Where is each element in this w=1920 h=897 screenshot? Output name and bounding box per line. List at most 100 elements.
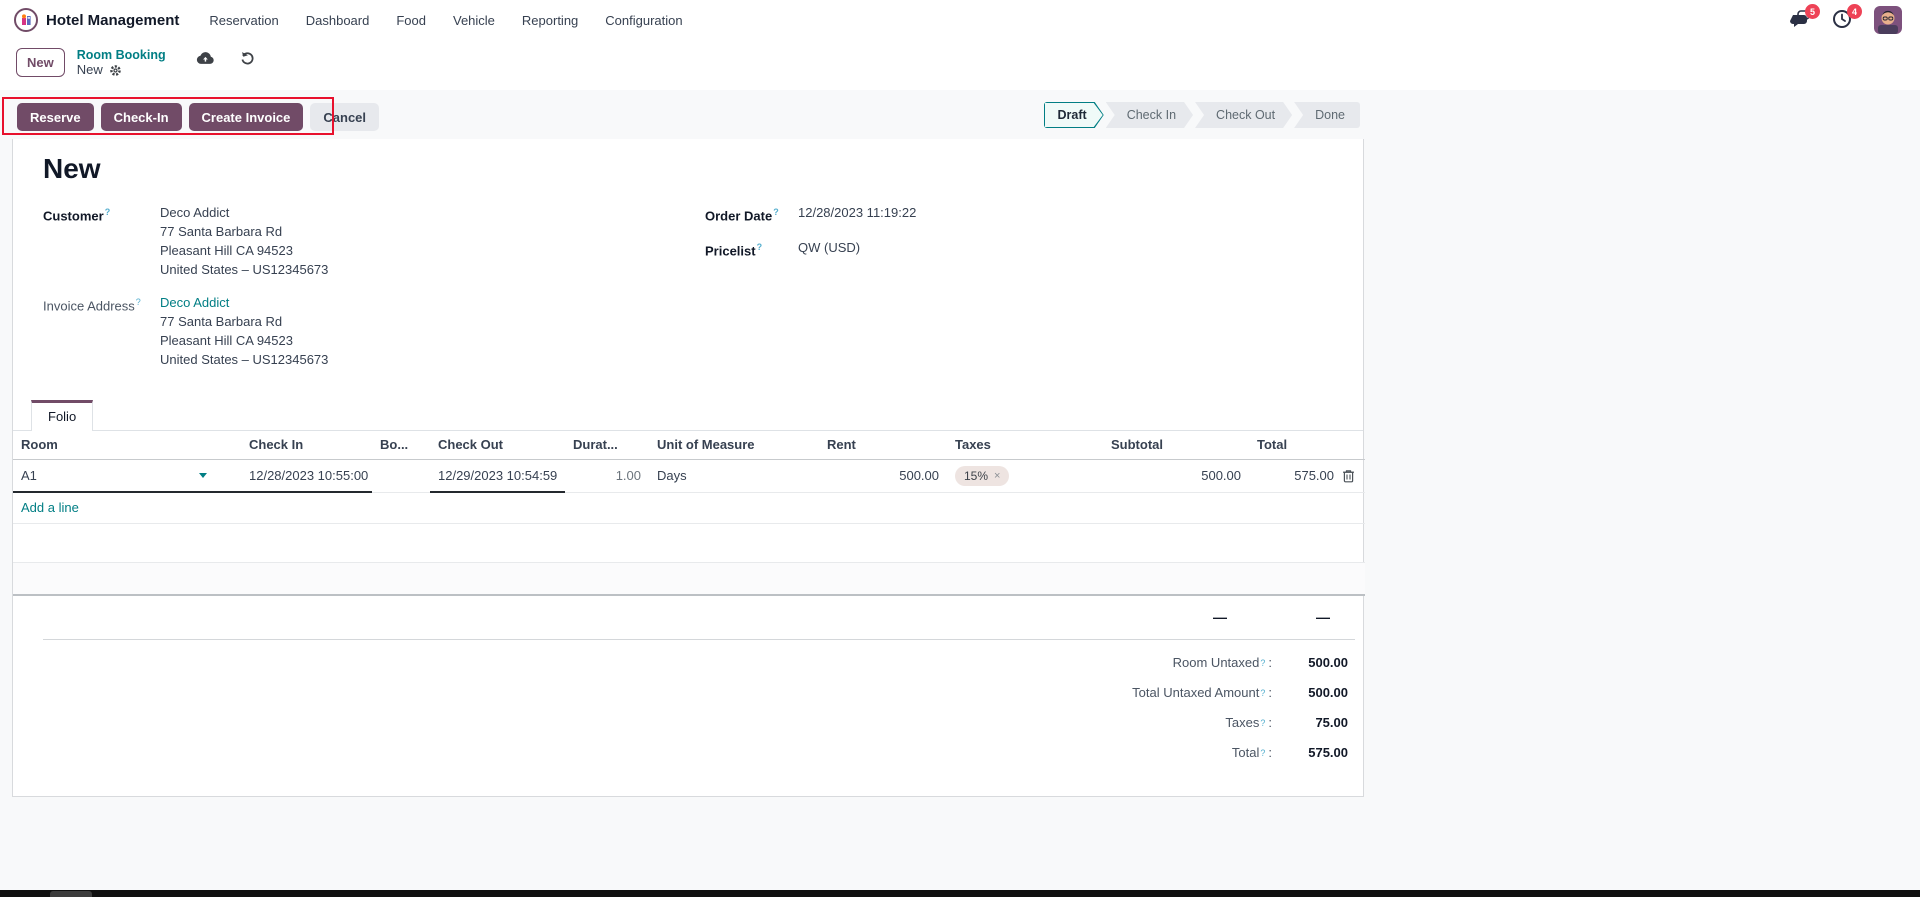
- folio-header-row: Room Check In Bo... Check Out Durat... U…: [13, 431, 1365, 460]
- chevron-down-icon[interactable]: [199, 472, 207, 478]
- empty-row: [13, 523, 1365, 563]
- taxes-row: Taxes?: 75.00: [13, 708, 1363, 738]
- check-in-cell[interactable]: 12/28/2023 10:55:00: [241, 459, 372, 493]
- create-invoice-button[interactable]: Create Invoice: [188, 103, 304, 131]
- menu-vehicle[interactable]: Vehicle: [453, 13, 495, 28]
- help-icon: ?: [104, 207, 111, 217]
- taxes-cell[interactable]: 15% ×: [947, 459, 1103, 493]
- main-menu: Reservation Dashboard Food Vehicle Repor…: [209, 13, 682, 28]
- room-cell[interactable]: A1: [13, 459, 241, 493]
- discard-undo-icon[interactable]: [240, 50, 255, 65]
- record-settings-gear-icon[interactable]: [109, 64, 122, 77]
- room-value: A1: [21, 467, 37, 483]
- status-step-draft[interactable]: Draft: [1044, 102, 1104, 128]
- taskbar-edge: [0, 890, 1920, 897]
- folio-line-row: A1 12/28/2023 10:55:00 12/29/2023 10:54:…: [13, 459, 1365, 493]
- total-untaxed-label: Total Untaxed Amount: [1132, 685, 1260, 700]
- delete-line-trash-icon[interactable]: [1342, 469, 1355, 483]
- invoice-address-partner-link[interactable]: Deco Addict: [160, 293, 328, 312]
- customer-address-line: United States – US12345673: [160, 262, 329, 277]
- activities-clock-icon[interactable]: 4: [1832, 4, 1862, 31]
- tab-folio[interactable]: Folio: [31, 400, 94, 431]
- action-bar: Reserve Check-In Create Invoice Cancel D…: [0, 90, 1920, 139]
- messages-badge: 5: [1805, 4, 1820, 19]
- customer-address-line: Pleasant Hill CA 94523: [160, 243, 293, 258]
- col-rent[interactable]: Rent: [819, 431, 947, 460]
- uom-cell[interactable]: Days: [649, 459, 819, 493]
- taxes-label: Taxes: [1225, 715, 1260, 730]
- invoice-address-line: United States – US12345673: [160, 352, 329, 367]
- row-actions-cell: [1342, 459, 1365, 493]
- menu-food[interactable]: Food: [396, 13, 426, 28]
- reserve-button[interactable]: Reserve: [17, 103, 94, 131]
- pricelist-label: Pricelist?: [705, 242, 763, 259]
- pricelist-value[interactable]: QW (USD): [798, 238, 860, 260]
- subtotal-placeholder-dash: —: [1213, 609, 1227, 625]
- col-uom[interactable]: Unit of Measure: [649, 431, 819, 460]
- tax-tag-label: 15%: [964, 468, 989, 483]
- cancel-button[interactable]: Cancel: [310, 103, 380, 131]
- notebook-tabs: Folio: [13, 399, 1363, 431]
- activities-badge: 4: [1847, 4, 1862, 19]
- statusbar: Draft Check In Check Out Done: [1044, 102, 1360, 128]
- col-subtotal[interactable]: Subtotal: [1103, 431, 1249, 460]
- col-duration[interactable]: Durat...: [565, 431, 649, 460]
- room-untaxed-label: Room Untaxed: [1172, 655, 1260, 670]
- menu-dashboard[interactable]: Dashboard: [306, 13, 370, 28]
- grand-total-value: 575.00: [1308, 745, 1348, 760]
- breadcrumb-parent-link[interactable]: Room Booking: [77, 48, 166, 62]
- invoice-address-label: Invoice Address?: [43, 297, 141, 314]
- total-placeholder-dash: —: [1316, 609, 1330, 625]
- invoice-address-line: 77 Santa Barbara Rd: [160, 314, 283, 329]
- messages-icon[interactable]: 5: [1790, 4, 1820, 31]
- status-step-check-in[interactable]: Check In: [1106, 102, 1193, 128]
- status-step-done[interactable]: Done: [1294, 102, 1360, 128]
- customer-field-row: Customer? Deco Addict 77 Santa Barbara R…: [13, 203, 705, 279]
- empty-row: [13, 562, 1365, 596]
- col-room[interactable]: Room: [13, 431, 241, 460]
- user-avatar[interactable]: [1874, 6, 1902, 34]
- status-step-check-out[interactable]: Check Out: [1195, 102, 1292, 128]
- save-cloud-icon[interactable]: [196, 51, 214, 65]
- breadcrumb: Room Booking New: [77, 48, 166, 78]
- total-cell: 575.00: [1249, 459, 1342, 493]
- col-check-out[interactable]: Check Out: [430, 431, 565, 460]
- help-icon: ?: [1260, 718, 1266, 728]
- customer-value[interactable]: Deco Addict 77 Santa Barbara Rd Pleasant…: [160, 203, 328, 279]
- folio-table: Room Check In Bo... Check Out Durat... U…: [13, 431, 1365, 596]
- totals-placeholder-row: — —: [13, 609, 1363, 625]
- rent-cell[interactable]: 500.00: [819, 459, 947, 493]
- help-icon: ?: [1260, 748, 1266, 758]
- duration-cell[interactable]: 1.00: [565, 459, 649, 493]
- help-icon: ?: [1260, 658, 1266, 668]
- order-date-value[interactable]: 12/28/2023 11:19:22: [798, 203, 916, 225]
- totals-section: — — Room Untaxed?: 500.00 Total Untaxed …: [13, 596, 1363, 768]
- add-a-line-link[interactable]: Add a line: [13, 492, 1365, 524]
- invoice-address-field-row: Invoice Address? Deco Addict 77 Santa Ba…: [13, 293, 705, 369]
- col-booking[interactable]: Bo...: [372, 431, 430, 460]
- breadcrumb-current: New: [76, 62, 103, 78]
- room-untaxed-row: Room Untaxed?: 500.00: [13, 648, 1363, 678]
- col-check-in[interactable]: Check In: [241, 431, 372, 460]
- col-taxes[interactable]: Taxes: [947, 431, 1103, 460]
- col-total[interactable]: Total: [1249, 431, 1342, 460]
- menu-reporting[interactable]: Reporting: [522, 13, 578, 28]
- app-logo-icon[interactable]: [14, 8, 38, 32]
- total-untaxed-value: 500.00: [1308, 685, 1348, 700]
- booking-cell[interactable]: [372, 459, 430, 493]
- customer-address-line: 77 Santa Barbara Rd: [160, 224, 283, 239]
- check-in-button[interactable]: Check-In: [100, 103, 182, 131]
- tax-remove-icon[interactable]: ×: [994, 468, 1000, 484]
- invoice-address-line: Pleasant Hill CA 94523: [160, 333, 293, 348]
- app-title: Hotel Management: [46, 11, 180, 29]
- invoice-address-value: Deco Addict 77 Santa Barbara Rd Pleasant…: [160, 293, 328, 369]
- help-icon: ?: [135, 297, 141, 307]
- new-record-button[interactable]: New: [16, 48, 65, 77]
- room-untaxed-value: 500.00: [1308, 655, 1348, 670]
- help-icon: ?: [756, 242, 763, 253]
- check-out-cell[interactable]: 12/29/2023 10:54:59: [430, 459, 565, 493]
- top-navbar: Hotel Management Reservation Dashboard F…: [0, 0, 1920, 40]
- grand-total-label: Total: [1231, 745, 1260, 760]
- menu-reservation[interactable]: Reservation: [209, 13, 278, 28]
- menu-configuration[interactable]: Configuration: [605, 13, 682, 28]
